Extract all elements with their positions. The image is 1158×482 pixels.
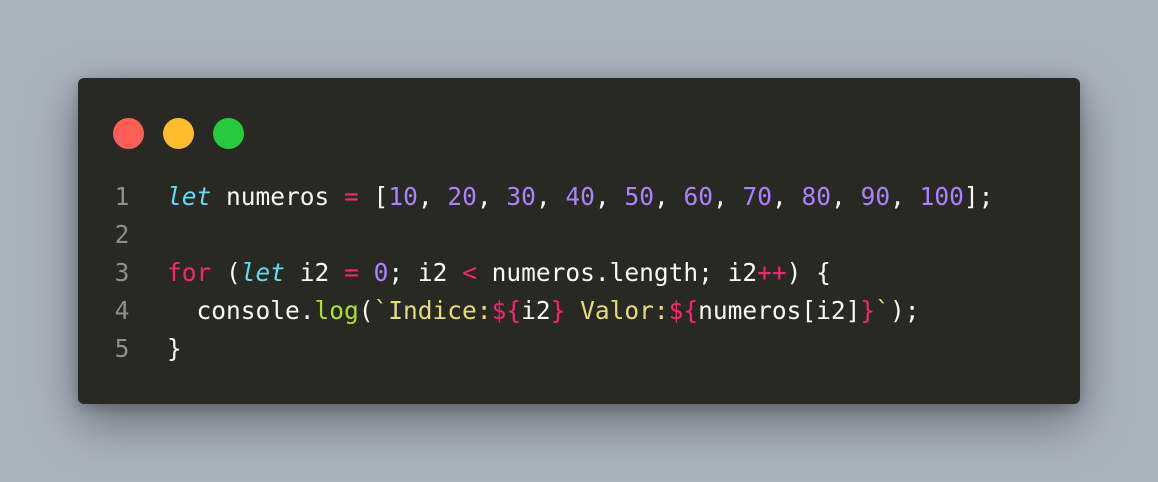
code-line: 5} (78, 330, 1080, 368)
line-code: console.log(`Indice:${i2} Valor:${numero… (167, 292, 920, 330)
code-token: log (314, 296, 359, 325)
code-token: 40 (565, 182, 595, 211)
line-number: 4 (114, 296, 130, 325)
line-code: let numeros = [10, 20, 30, 40, 50, 60, 7… (167, 178, 993, 216)
code-token: ) { (786, 258, 831, 287)
code-token: console. (167, 296, 315, 325)
line-number: 1 (114, 182, 130, 211)
code-token: ( (211, 258, 241, 287)
code-token: 90 (860, 182, 891, 211)
code-token: 80 (801, 182, 832, 211)
code-token: numeros (211, 182, 345, 211)
code-token: ${ (491, 296, 522, 325)
code-token: [ (358, 182, 389, 211)
code-token: } (550, 296, 566, 325)
window-controls (113, 118, 244, 149)
code-editor[interactable]: 1 let numeros = [10, 20, 30, 40, 50, 60, … (78, 178, 1080, 368)
code-token: ++ (757, 258, 787, 287)
code-token: ${ (668, 296, 699, 325)
code-token: 10 (388, 182, 418, 211)
code-line: 1 let numeros = [10, 20, 30, 40, 50, 60, … (78, 178, 1080, 216)
code-token: numeros[i2] (698, 296, 861, 325)
code-token: Valor: (565, 296, 669, 325)
maximize-button[interactable] (213, 118, 244, 149)
code-token: } (860, 296, 876, 325)
code-token: , (831, 182, 861, 211)
code-line: 4 console.log(`Indice:${i2} Valor:${nume… (78, 292, 1080, 330)
code-window: 1 let numeros = [10, 20, 30, 40, 50, 60, … (78, 78, 1080, 404)
code-token: 20 (447, 182, 477, 211)
code-token: 100 (919, 182, 964, 211)
code-token: ; i2 (388, 258, 463, 287)
code-token: = (344, 182, 359, 211)
code-token: i2 (285, 258, 345, 287)
code-token: ); (889, 296, 920, 325)
code-token: 30 (506, 182, 536, 211)
code-token: `Indice: (373, 296, 492, 325)
code-token: for (167, 258, 212, 287)
code-token: let (240, 258, 286, 287)
code-token: 70 (742, 182, 773, 211)
code-token: , (772, 182, 802, 211)
code-token: 60 (683, 182, 713, 211)
close-button[interactable] (113, 118, 144, 149)
code-token: , (476, 182, 507, 211)
code-token: , (594, 182, 625, 211)
code-token: i2 (521, 296, 551, 325)
code-token: let (167, 182, 212, 211)
code-token: = (344, 258, 359, 287)
code-token: , (712, 182, 743, 211)
code-token: numeros.length; i2 (476, 258, 758, 287)
code-token: 0 (373, 258, 389, 287)
minimize-button[interactable] (163, 118, 194, 149)
code-token: ]; (963, 182, 994, 211)
code-token: } (167, 334, 182, 363)
line-code: for (let i2 = 0; i2 < numeros.length; i2… (167, 254, 831, 292)
code-token: 50 (624, 182, 654, 211)
code-token: , (653, 182, 684, 211)
line-number: 2 (114, 220, 130, 249)
code-token: ` (875, 296, 890, 325)
code-line: 3 for (let i2 = 0; i2 < numeros.length; i… (78, 254, 1080, 292)
line-code: } (167, 330, 182, 368)
code-token: ( (358, 296, 374, 325)
code-token: , (417, 182, 448, 211)
code-line: 2 (78, 216, 1080, 254)
line-number: 3 (114, 258, 130, 287)
code-token: , (535, 182, 566, 211)
line-number: 5 (114, 334, 130, 363)
code-token: < (462, 258, 477, 287)
code-token: , (890, 182, 920, 211)
